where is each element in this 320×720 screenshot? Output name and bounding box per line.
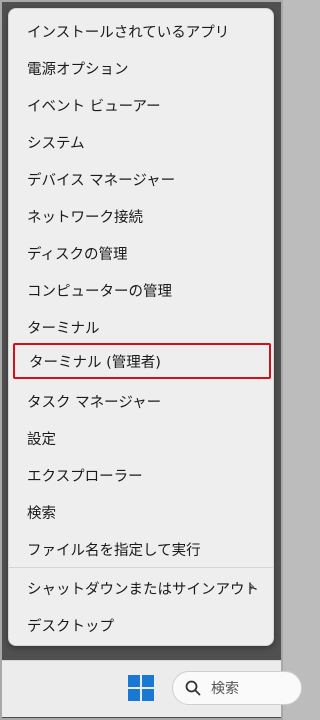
menu-item-power-options[interactable]: 電源オプション — [13, 50, 271, 86]
menu-item-search[interactable]: 検索 — [13, 494, 271, 530]
menu-item-event-viewer[interactable]: イベント ビューアー — [13, 87, 271, 123]
menu-item-device-manager[interactable]: デバイス マネージャー — [13, 161, 271, 197]
menu-item-computer-management[interactable]: コンピューターの管理 — [13, 272, 271, 308]
windows-logo-icon[interactable] — [128, 675, 154, 701]
menu-item-shutdown-signout[interactable]: シャットダウンまたはサインアウト › — [13, 570, 271, 606]
search-placeholder: 検索 — [211, 681, 239, 697]
menu-item-task-manager[interactable]: タスク マネージャー — [13, 383, 271, 419]
taskbar: 検索 — [2, 660, 302, 717]
menu-item-disk-management[interactable]: ディスクの管理 — [13, 235, 271, 271]
menu-item-terminal-admin[interactable]: ターミナル (管理者) — [13, 343, 271, 379]
menu-item-terminal[interactable]: ターミナル — [13, 309, 271, 345]
menu-item-file-explorer[interactable]: エクスプローラー — [13, 457, 271, 493]
menu-item-settings[interactable]: 設定 — [13, 420, 271, 456]
chevron-right-icon: › — [249, 579, 255, 595]
menu-item-network-connections[interactable]: ネットワーク接続 — [13, 198, 271, 234]
menu-item-shutdown-label: シャットダウンまたはサインアウト — [27, 581, 259, 598]
menu-item-system[interactable]: システム — [13, 124, 271, 160]
taskbar-search-box[interactable]: 検索 — [172, 671, 302, 705]
menu-item-run[interactable]: ファイル名を指定して実行 — [13, 531, 271, 567]
menu-item-installed-apps[interactable]: インストールされているアプリ — [13, 13, 271, 49]
quick-link-menu: インストールされているアプリ 電源オプション イベント ビューアー システム デ… — [8, 8, 274, 646]
search-icon — [185, 680, 201, 696]
menu-item-desktop[interactable]: デスクトップ — [13, 607, 271, 643]
menu-separator — [9, 567, 273, 568]
